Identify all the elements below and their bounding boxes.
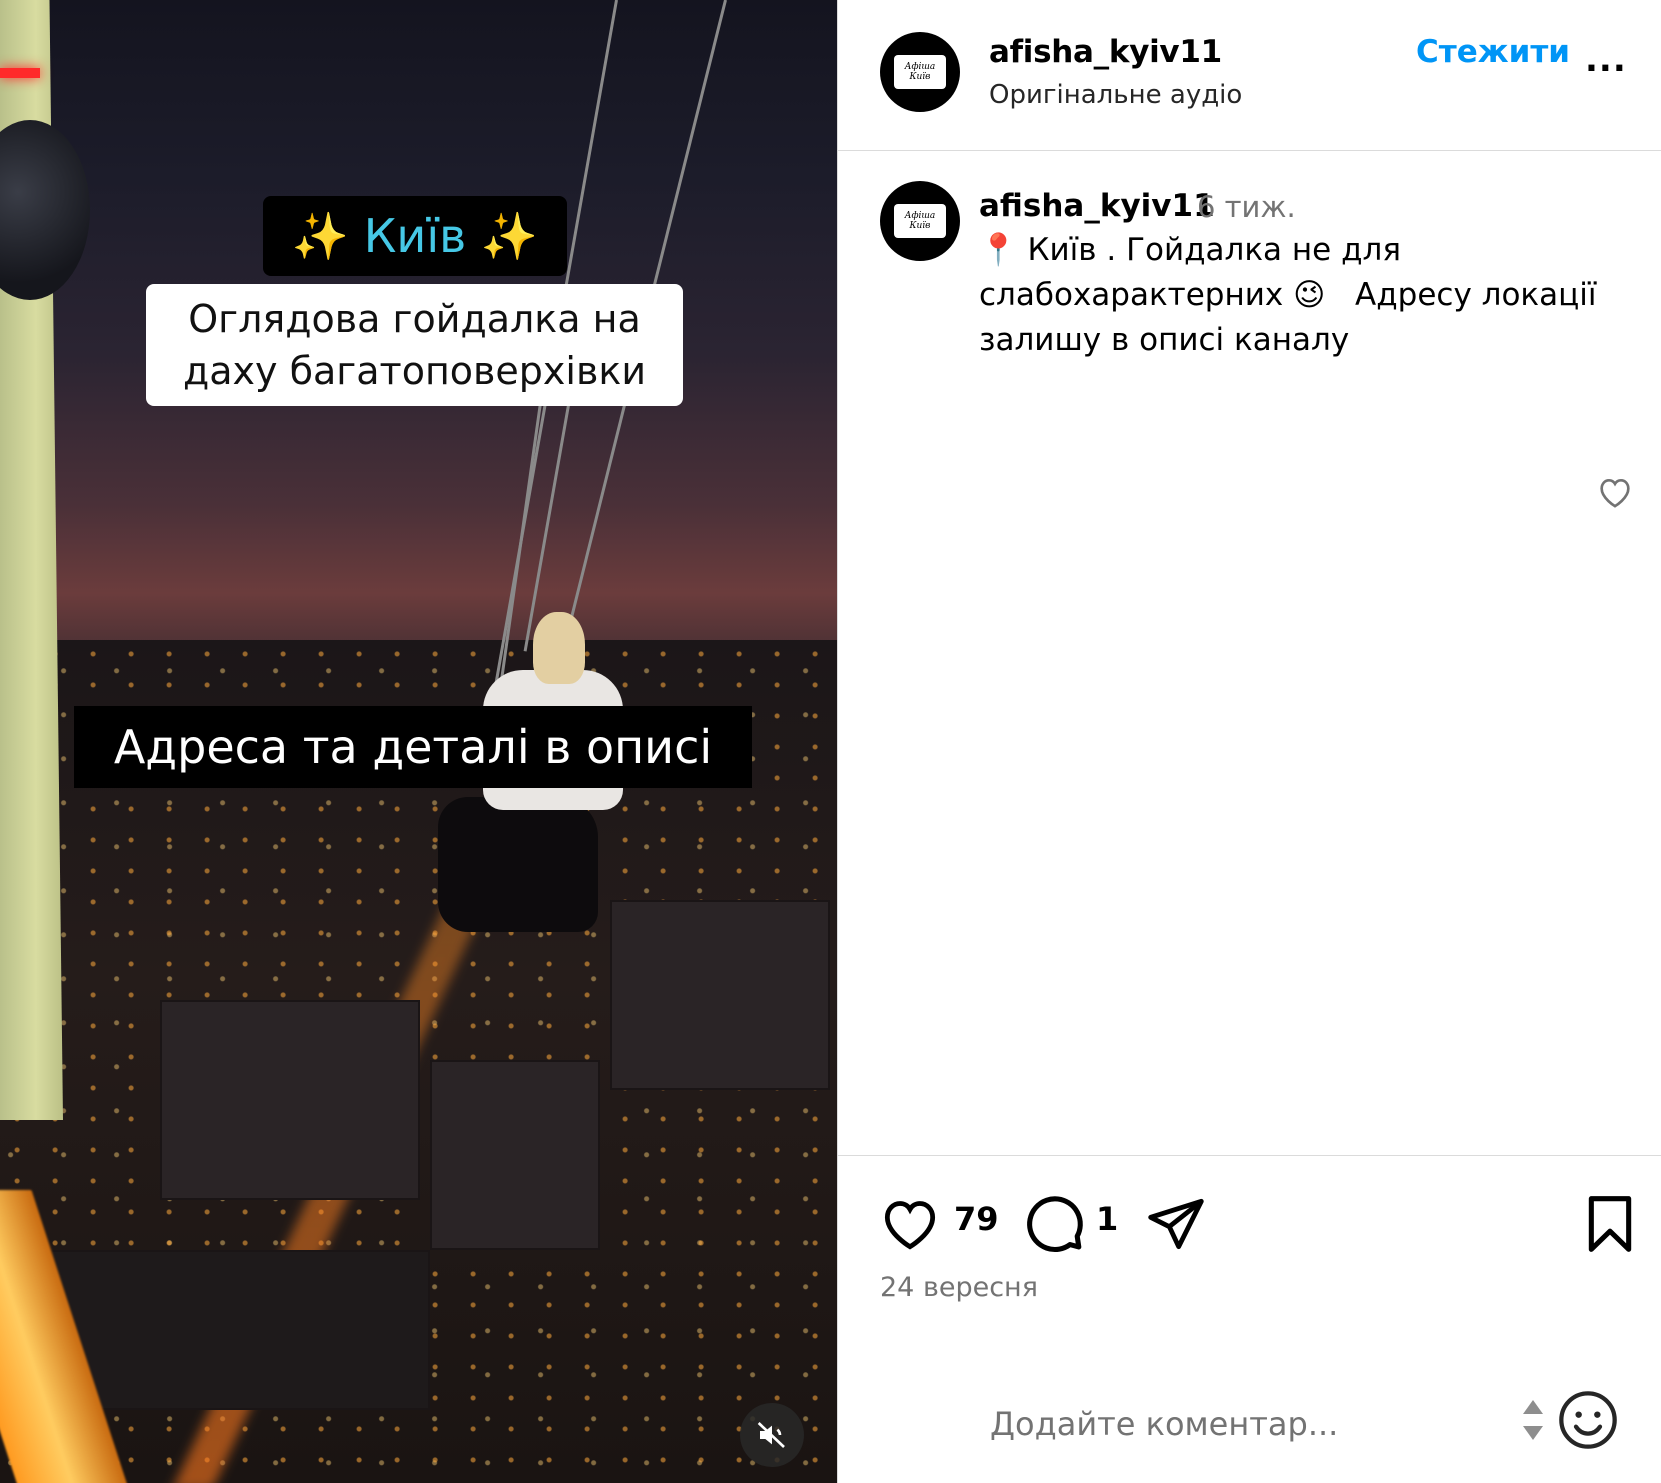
comment-button[interactable] bbox=[1022, 1192, 1086, 1260]
post-date[interactable]: 24 вересня bbox=[880, 1272, 1038, 1303]
sparkle-icon: ✨ bbox=[480, 209, 539, 263]
save-button[interactable] bbox=[1578, 1192, 1642, 1260]
smiley-icon bbox=[1559, 1391, 1617, 1449]
comment-icon bbox=[1027, 1196, 1083, 1253]
building bbox=[430, 1060, 600, 1250]
like-count[interactable]: 79 bbox=[954, 1200, 999, 1238]
wink-emoji: 😉 bbox=[1293, 277, 1326, 313]
comment-input[interactable] bbox=[988, 1398, 1432, 1450]
heart-icon bbox=[1600, 478, 1630, 508]
sparkle-icon: ✨ bbox=[291, 209, 350, 263]
avatar[interactable]: Афіша Київ bbox=[880, 181, 960, 261]
caption-text: 📍 Київ . Гойдалка не для слабохарактерни… bbox=[979, 228, 1599, 363]
paper-plane-icon bbox=[1148, 1198, 1204, 1250]
caption-like-button[interactable] bbox=[1595, 472, 1635, 516]
share-button[interactable] bbox=[1144, 1192, 1208, 1260]
sort-arrows-icon bbox=[1521, 1398, 1545, 1446]
comment-count: 1 bbox=[1096, 1200, 1119, 1238]
avatar-logo: Афіша Київ bbox=[894, 55, 946, 89]
avatar[interactable]: Афіша Київ bbox=[880, 32, 960, 112]
overlay-title: Оглядова гойдалка на даху багатоповерхів… bbox=[146, 284, 683, 406]
building bbox=[610, 900, 830, 1090]
speaker-muted-icon bbox=[757, 1422, 785, 1448]
post-details-panel: Афіша Київ afisha_kyiv11 Оригінальне ауд… bbox=[837, 0, 1661, 1483]
overlay-city-label: ✨ Київ ✨ bbox=[263, 196, 567, 276]
building bbox=[160, 1000, 420, 1200]
audio-link[interactable]: Оригінальне аудіо bbox=[989, 80, 1242, 110]
bookmark-icon bbox=[1588, 1196, 1632, 1252]
video-player[interactable]: ✨ Київ ✨ Оглядова гойдалка на даху багат… bbox=[0, 0, 837, 1483]
mute-button[interactable] bbox=[740, 1403, 804, 1467]
overlay-title-line: Оглядова гойдалка на bbox=[188, 297, 641, 341]
emoji-picker-button[interactable] bbox=[1556, 1388, 1620, 1456]
building bbox=[50, 1250, 430, 1410]
overlay-title-line: даху багатоповерхівки bbox=[182, 349, 647, 393]
tv-tower-sphere bbox=[0, 120, 90, 300]
divider bbox=[838, 1155, 1661, 1156]
header-username[interactable]: afisha_kyiv11 bbox=[989, 34, 1222, 70]
heart-icon bbox=[884, 1201, 936, 1250]
divider bbox=[838, 150, 1661, 151]
caption-username[interactable]: afisha_kyiv11 bbox=[979, 188, 1215, 224]
like-button[interactable] bbox=[878, 1192, 942, 1260]
more-options-button[interactable]: ... bbox=[1585, 40, 1627, 80]
overlay-city-text: Київ bbox=[363, 209, 467, 263]
instagram-reel-view: ✨ Київ ✨ Оглядова гойдалка на даху багат… bbox=[0, 0, 1661, 1483]
caption-timestamp[interactable]: 6 тиж. bbox=[1197, 190, 1296, 224]
tower-red-light bbox=[0, 68, 40, 78]
avatar-logo: Афіша Київ bbox=[894, 204, 946, 238]
pin-emoji: 📍 bbox=[979, 232, 1018, 268]
overlay-address: Адреса та деталі в описі bbox=[74, 706, 752, 788]
follow-button[interactable]: Стежити bbox=[1416, 34, 1570, 70]
